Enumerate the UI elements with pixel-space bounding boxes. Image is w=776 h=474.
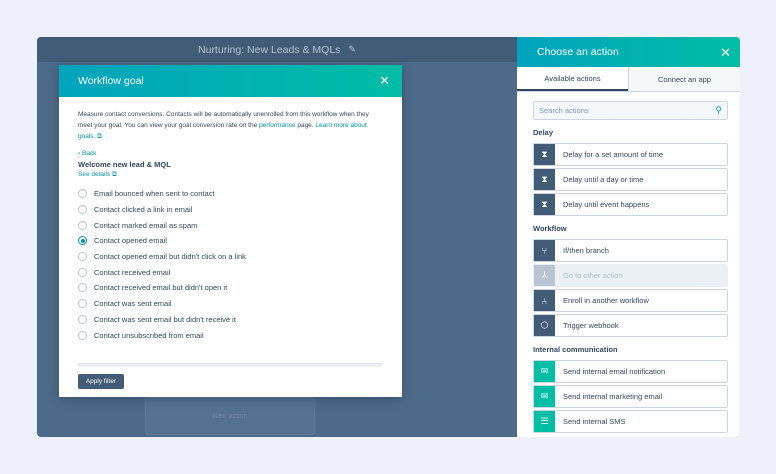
- goal-option[interactable]: Contact opened email but didn't click on…: [78, 249, 382, 265]
- hourglass-icon: ⧗: [534, 144, 555, 165]
- section-workflow-label: Workflow: [533, 224, 567, 233]
- action-go-to-other: ⅄ Go to other action: [533, 264, 728, 287]
- radio-button[interactable]: [78, 267, 87, 277]
- modal-title: Workflow goal: [78, 75, 144, 87]
- goal-option[interactable]: Contact opened email: [78, 233, 382, 249]
- external-link-icon: ⧉: [111, 171, 117, 178]
- radio-button[interactable]: [78, 330, 87, 340]
- external-link-icon: ⧉: [97, 133, 102, 140]
- modal-body: Measure contact conversions. Contacts wi…: [59, 97, 402, 343]
- choose-action-panel: Choose an action ✕ Available actions Con…: [517, 37, 740, 437]
- goal-name: Welcome new lead & MQL: [78, 160, 171, 169]
- panel-title: Choose an action: [537, 46, 619, 58]
- action-internal-sms[interactable]: ☰ Send internal SMS: [533, 410, 728, 433]
- goal-option[interactable]: Email bounced when sent to contact: [78, 186, 382, 202]
- action-label: Go to other action: [563, 271, 623, 280]
- radio-button[interactable]: [78, 205, 87, 215]
- radio-button[interactable]: [78, 299, 87, 309]
- action-label: Send internal email notification: [563, 367, 666, 376]
- goal-option[interactable]: Contact was sent email: [78, 296, 382, 312]
- action-delay-event[interactable]: ⧗ Delay until event happens: [533, 193, 728, 216]
- description-text: page.: [295, 122, 316, 129]
- close-icon[interactable]: ✕: [720, 46, 731, 59]
- hourglass-icon: ⧗: [534, 169, 555, 190]
- see-details-label: See details: [78, 171, 111, 178]
- option-label: Contact was sent email but didn't receiv…: [94, 314, 236, 324]
- chevron-left-icon: ‹: [78, 150, 81, 157]
- goal-option[interactable]: Contact received email: [78, 264, 382, 280]
- action-trigger-webhook[interactable]: ⬡ Trigger webhook: [533, 314, 728, 337]
- radio-button[interactable]: [78, 236, 87, 246]
- email-icon: ✉: [534, 361, 555, 382]
- option-label: Contact received email: [94, 267, 171, 277]
- option-label: Contact was sent email: [94, 299, 172, 309]
- action-label: Send internal SMS: [563, 417, 626, 426]
- goal-option[interactable]: Contact was sent email but didn't receiv…: [78, 312, 382, 328]
- delay-actions: ⧗ Delay for a set amount of time ⧗ Delay…: [533, 143, 728, 216]
- tab-available-actions[interactable]: Available actions: [517, 67, 628, 91]
- workflow-icon: ⑃: [534, 290, 555, 311]
- search-icon[interactable]: ⚲: [715, 105, 722, 116]
- panel-header: Choose an action ✕: [517, 37, 740, 67]
- action-label: If/then branch: [563, 246, 609, 255]
- search-placeholder: Search actions: [539, 106, 589, 115]
- workflow-topbar: Nurturing: New Leads & MQLs ✎: [37, 37, 517, 62]
- goto-icon: ⅄: [534, 265, 555, 286]
- action-label: Delay for a set amount of time: [563, 150, 664, 159]
- workflow-title[interactable]: Nurturing: New Leads & MQLs: [198, 44, 340, 56]
- option-label: Contact opened email but didn't click on…: [94, 252, 246, 262]
- back-label: Back: [81, 150, 97, 157]
- branch-icon: ⑂: [534, 240, 555, 261]
- option-label: Contact marked email as spam: [94, 220, 198, 230]
- action-delay-set-time[interactable]: ⧗ Delay for a set amount of time: [533, 143, 728, 166]
- workflow-actions: ⑂ If/then branch ⅄ Go to other action ⑃ …: [533, 239, 728, 337]
- close-icon[interactable]: ✕: [379, 73, 390, 89]
- search-actions-input[interactable]: Search actions ⚲: [533, 101, 728, 120]
- radio-button[interactable]: [78, 220, 87, 230]
- pencil-icon[interactable]: ✎: [348, 44, 356, 55]
- radio-button[interactable]: [78, 283, 87, 293]
- option-label: Contact unsubscribed from email: [94, 330, 204, 340]
- performance-link[interactable]: performance: [259, 122, 296, 129]
- see-details-link[interactable]: See details ⧉: [78, 171, 382, 179]
- hourglass-icon: ⧗: [534, 194, 555, 215]
- webhook-icon: ⬡: [534, 315, 555, 336]
- goal-options: Email bounced when sent to contact Conta…: [78, 186, 382, 343]
- section-internal-communication-label: Internal communication: [533, 345, 618, 354]
- action-label: Delay until a day or time: [563, 175, 644, 184]
- radio-button[interactable]: [78, 252, 87, 262]
- goal-option[interactable]: Contact received email but didn't open i…: [78, 280, 382, 296]
- action-label: Send internal marketing email: [563, 392, 663, 401]
- sms-icon: ☰: [534, 411, 555, 432]
- goal-option[interactable]: Contact marked email as spam: [78, 217, 382, 233]
- option-label: Contact received email but didn't open i…: [94, 283, 228, 293]
- action-delay-day-time[interactable]: ⧗ Delay until a day or time: [533, 168, 728, 191]
- action-if-then-branch[interactable]: ⑂ If/then branch: [533, 239, 728, 262]
- action-internal-email-notification[interactable]: ✉ Send internal email notification: [533, 360, 728, 383]
- apply-filter-button[interactable]: Apply filter: [78, 374, 124, 389]
- panel-tabs: Available actions Connect an app: [517, 67, 740, 92]
- goal-description: Measure contact conversions. Contacts wi…: [78, 109, 382, 142]
- modal-header: Workflow goal ✕: [59, 65, 402, 97]
- internal-communication-actions: ✉ Send internal email notification ✉ Sen…: [533, 360, 728, 433]
- tab-connect-an-app[interactable]: Connect an app: [628, 67, 740, 91]
- goal-option[interactable]: Contact clicked a link in email: [78, 202, 382, 218]
- back-link[interactable]: ‹ Back: [78, 150, 382, 157]
- goal-option[interactable]: Contact unsubscribed from email: [78, 327, 382, 343]
- action-label: Enroll in another workflow: [563, 296, 649, 305]
- email-icon: ✉: [534, 386, 555, 407]
- radio-button[interactable]: [78, 314, 87, 324]
- option-label: Contact clicked a link in email: [94, 205, 193, 215]
- section-delay-label: Delay: [533, 128, 554, 137]
- option-label: Contact opened email: [94, 236, 167, 246]
- action-label: Trigger webhook: [563, 321, 619, 330]
- workflow-goal-modal: Workflow goal ✕ Measure contact conversi…: [59, 65, 402, 397]
- action-enroll-workflow[interactable]: ⑃ Enroll in another workflow: [533, 289, 728, 312]
- radio-button[interactable]: [78, 189, 87, 199]
- option-label: Email bounced when sent to contact: [94, 189, 215, 199]
- action-internal-marketing-email[interactable]: ✉ Send internal marketing email: [533, 385, 728, 408]
- modal-divider: [78, 363, 382, 367]
- action-label: Delay until event happens: [563, 200, 650, 209]
